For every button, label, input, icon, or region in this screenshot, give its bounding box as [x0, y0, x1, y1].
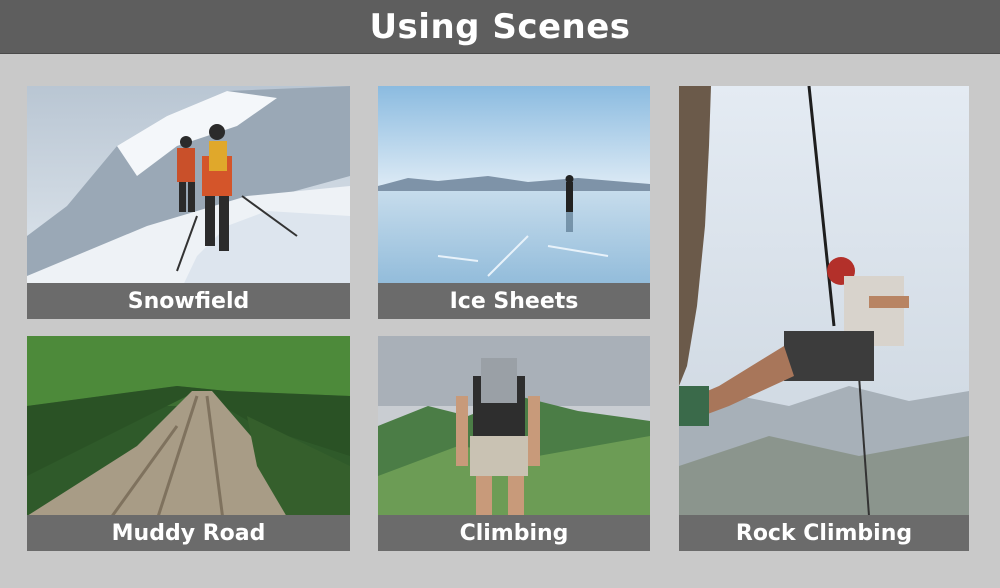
scene-label: Ice Sheets	[378, 283, 650, 319]
scene-card-muddy-road: Muddy Road	[27, 336, 350, 551]
page-header: Using Scenes	[0, 0, 1000, 54]
scene-label: Rock Climbing	[679, 515, 969, 551]
scene-card-snowfield: Snowfield	[27, 86, 350, 319]
rock-climbing-photo	[679, 86, 969, 551]
scene-label: Muddy Road	[27, 515, 350, 551]
scene-label: Snowfield	[27, 283, 350, 319]
scene-card-ice-sheets: Ice Sheets	[378, 86, 650, 319]
scene-card-rock-climbing: Rock Climbing	[679, 86, 969, 551]
scene-label: Climbing	[378, 515, 650, 551]
scene-card-climbing: Climbing	[378, 336, 650, 551]
page-title: Using Scenes	[369, 6, 631, 47]
